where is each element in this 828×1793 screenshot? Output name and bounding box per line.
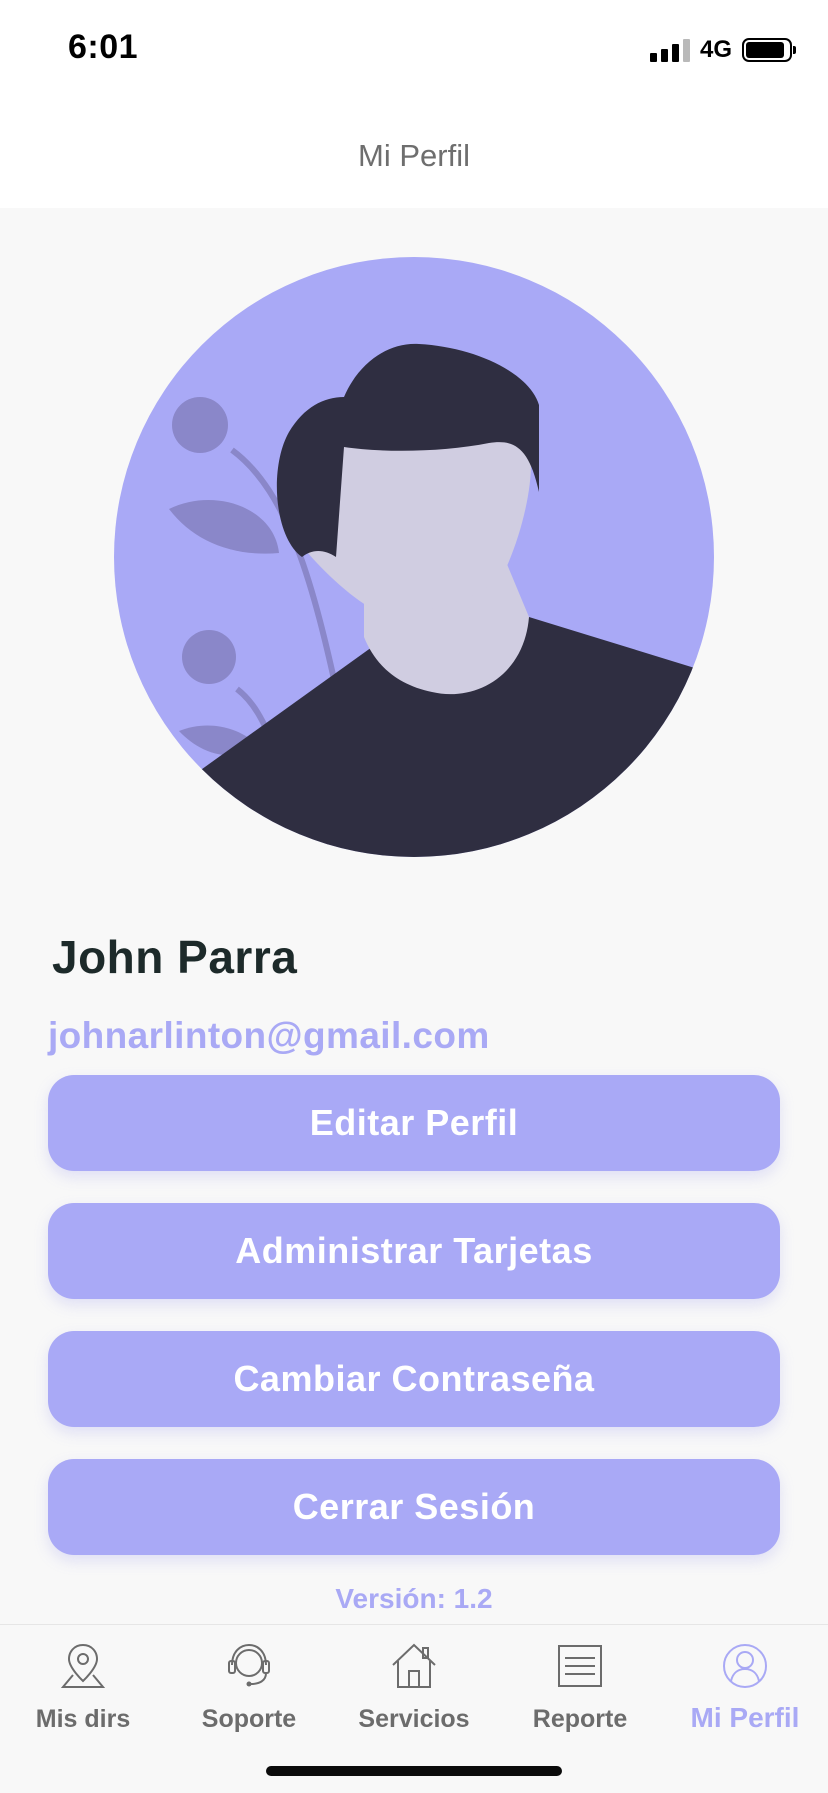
- user-icon: [723, 1644, 767, 1688]
- user-name: John Parra: [52, 931, 298, 983]
- map-pin-icon: [60, 1643, 106, 1688]
- manage-cards-button[interactable]: Administrar Tarjetas: [48, 1203, 780, 1299]
- tab-label: Mis dirs: [35, 1705, 131, 1733]
- battery-icon: [742, 38, 796, 62]
- headset-icon: [228, 1643, 270, 1687]
- tab-label: Soporte: [201, 1705, 297, 1733]
- user-email: johnarlinton@gmail.com: [48, 1015, 490, 1056]
- status-bar: 6:01 4G: [0, 0, 828, 100]
- avatar-illustration: [114, 257, 714, 857]
- app-version: Versión: 1.2: [335, 1583, 493, 1614]
- tab-label: Mi Perfil: [690, 1702, 800, 1733]
- home-indicator: [266, 1766, 562, 1776]
- status-indicators: 4G: [649, 36, 796, 64]
- tab-mi-perfil[interactable]: Mi Perfil: [662, 1625, 828, 1745]
- house-icon: [392, 1643, 436, 1688]
- change-password-button[interactable]: Cambiar Contraseña: [48, 1331, 780, 1427]
- tab-servicios[interactable]: Servicios: [331, 1625, 497, 1745]
- avatar: [114, 257, 714, 857]
- nav-header: Mi Perfil: [0, 100, 828, 208]
- tab-mis-dirs[interactable]: Mis dirs: [0, 1625, 166, 1745]
- status-time: 6:01: [68, 28, 139, 66]
- edit-profile-button[interactable]: Editar Perfil: [48, 1075, 780, 1171]
- document-icon: [558, 1645, 602, 1687]
- tab-label: Reporte: [532, 1705, 628, 1733]
- tab-soporte[interactable]: Soporte: [166, 1625, 332, 1745]
- signal-icon: [649, 38, 690, 62]
- page-title: Mi Perfil: [358, 138, 470, 173]
- tab-label: Servicios: [358, 1705, 470, 1733]
- logout-button[interactable]: Cerrar Sesión: [48, 1459, 780, 1555]
- network-type: 4G: [699, 36, 732, 63]
- tab-reporte[interactable]: Reporte: [497, 1625, 663, 1745]
